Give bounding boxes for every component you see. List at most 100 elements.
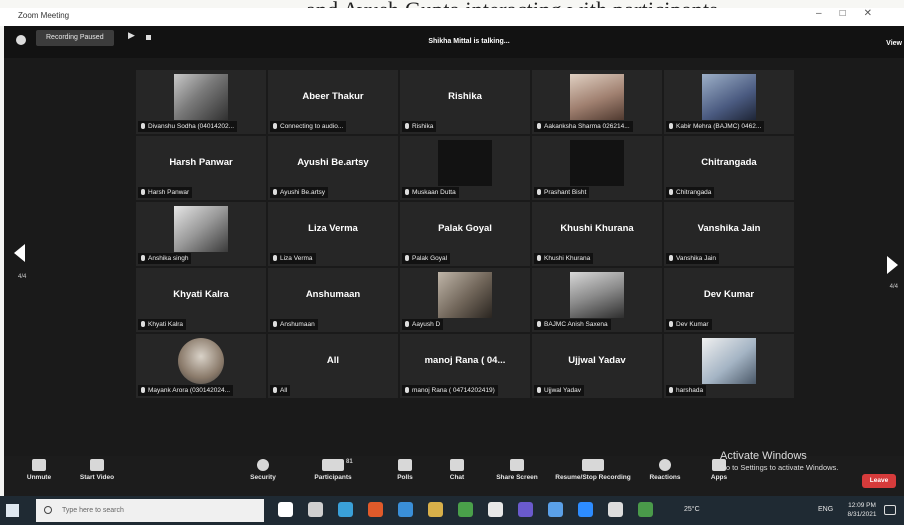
participant-tile[interactable]: Khushi Khurana Khushi Khurana <box>532 202 662 266</box>
maximize-button[interactable]: □ <box>840 8 864 19</box>
microphone-muted-icon <box>405 321 409 327</box>
video-off-icon <box>90 459 104 471</box>
page-indicator-left: 4/4 <box>18 274 27 280</box>
participant-tile[interactable]: Aakanksha Sharma 026214... <box>532 70 662 134</box>
participant-display-name: All <box>326 355 340 366</box>
microphone-muted-icon <box>537 255 541 261</box>
participant-tile[interactable]: Rishika Rishika <box>400 70 530 134</box>
microphone-muted-icon <box>537 123 541 129</box>
taskbar-app-icon[interactable] <box>458 502 473 517</box>
view-button[interactable]: View <box>886 40 902 47</box>
participant-label-text: Mayank Arora (030142024... <box>148 387 231 394</box>
security-button[interactable]: Security <box>232 459 294 481</box>
participant-tile[interactable]: Divanshu Sodha (04014202... <box>136 70 266 134</box>
participant-label-text: Prashant Bisht <box>544 189 587 196</box>
participant-name-label: Vanshika Jain <box>666 253 719 264</box>
minimize-button[interactable]: – <box>816 8 840 19</box>
participant-name-label: Kabir Mehra (BAJMC) 0462... <box>666 121 765 132</box>
participant-tile[interactable]: Chitrangada Chitrangada <box>664 136 794 200</box>
taskbar-app-icon[interactable] <box>308 502 323 517</box>
participant-tile[interactable]: All All <box>268 334 398 398</box>
chat-button[interactable]: Chat <box>426 459 488 481</box>
taskbar-app-icon[interactable] <box>488 502 503 517</box>
participant-name-label: Prashant Bisht <box>534 187 590 198</box>
participant-tile[interactable]: Mayank Arora (030142024... <box>136 334 266 398</box>
microphone-muted-icon <box>32 459 46 471</box>
participant-label-text: Khyati Kalra <box>148 321 184 328</box>
shield-icon <box>257 459 269 471</box>
participant-name-label: Aakanksha Sharma 026214... <box>534 121 633 132</box>
chat-icon <box>450 459 464 471</box>
microphone-muted-icon <box>141 387 145 393</box>
participant-tile[interactable]: Vanshika Jain Vanshika Jain <box>664 202 794 266</box>
notification-icon[interactable] <box>884 505 896 515</box>
participant-tile[interactable]: Aayush D <box>400 268 530 332</box>
microphone-muted-icon <box>669 321 673 327</box>
activate-windows-watermark: Activate Windows Go to Settings to activ… <box>720 450 839 472</box>
participant-tile[interactable]: Abeer Thakur Connecting to audio... <box>268 70 398 134</box>
participant-tile[interactable]: manoj Rana ( 04... manoj Rana ( 047142024… <box>400 334 530 398</box>
participant-tile[interactable]: Ayushi Be.artsy Ayushi Be.artsy <box>268 136 398 200</box>
close-button[interactable]: ✕ <box>864 8 890 19</box>
leave-button[interactable]: Leave <box>862 474 896 488</box>
participant-label-text: Ayushi Be.artsy <box>280 189 326 196</box>
participant-tile[interactable]: BAJMC Anish Saxena <box>532 268 662 332</box>
microphone-muted-icon <box>537 189 541 195</box>
window-controls[interactable]: –□✕ <box>816 8 890 19</box>
microphone-muted-icon <box>669 189 673 195</box>
taskbar-app-icon[interactable] <box>398 502 413 517</box>
windows-start-icon[interactable] <box>6 504 19 517</box>
participant-name-label: Liza Verma <box>270 253 316 264</box>
unmute-button[interactable]: Unmute <box>8 459 70 481</box>
participant-tile[interactable]: Liza Verma Liza Verma <box>268 202 398 266</box>
participant-tile[interactable]: Dev Kumar Dev Kumar <box>664 268 794 332</box>
participant-tile[interactable]: Kabir Mehra (BAJMC) 0462... <box>664 70 794 134</box>
participant-tile[interactable]: Prashant Bisht <box>532 136 662 200</box>
participant-tile[interactable]: Anshumaan Anshumaan <box>268 268 398 332</box>
taskbar-app-icon[interactable] <box>578 502 593 517</box>
taskbar-search[interactable]: Type here to search <box>36 499 264 522</box>
taskbar-app-icon[interactable] <box>638 502 653 517</box>
participant-video <box>702 74 756 120</box>
language-indicator[interactable]: ENG <box>818 506 833 513</box>
clock[interactable]: 12:09 PM 8/31/2021 <box>842 501 882 519</box>
page-indicator-right: 4/4 <box>889 284 898 290</box>
resume-stop-recording-button[interactable]: Resume/Stop Recording <box>550 459 636 481</box>
weather-text: 25°C <box>684 506 700 513</box>
taskbar-app-icon[interactable] <box>428 502 443 517</box>
participants-button[interactable]: 81 Participants <box>302 459 364 481</box>
participant-tile[interactable]: Muskaan Dutta <box>400 136 530 200</box>
prev-page-arrow-icon[interactable] <box>14 244 25 262</box>
participant-name-label: Anshumaan <box>270 319 318 330</box>
share-screen-button[interactable]: Share Screen <box>486 459 548 481</box>
next-page-arrow-icon[interactable] <box>887 256 898 274</box>
taskbar-app-icon[interactable] <box>518 502 533 517</box>
resume-recording-icon[interactable]: ▶ <box>128 30 135 41</box>
participant-tile[interactable]: Ujjwal Yadav Ujjwal Yadav <box>532 334 662 398</box>
participant-name-label: Rishika <box>402 121 437 132</box>
taskbar-app-icon[interactable] <box>548 502 563 517</box>
participant-tile[interactable]: Harsh Panwar Harsh Panwar <box>136 136 266 200</box>
participant-display-name: manoj Rana ( 04... <box>424 355 506 366</box>
microphone-muted-icon <box>405 189 409 195</box>
participant-tile[interactable]: Khyati Kalra Khyati Kalra <box>136 268 266 332</box>
stop-recording-icon[interactable] <box>146 35 151 40</box>
participant-tile[interactable]: harshada <box>664 334 794 398</box>
window-titlebar: Zoom Meeting –□✕ <box>0 8 904 26</box>
taskbar-app-icon[interactable] <box>338 502 353 517</box>
taskbar-app-icon[interactable] <box>608 502 623 517</box>
microphone-muted-icon <box>537 321 541 327</box>
participant-video <box>702 338 756 384</box>
participant-tile[interactable]: Anshika singh <box>136 202 266 266</box>
participant-label-text: Vanshika Jain <box>676 255 716 262</box>
taskbar-app-icon[interactable] <box>368 502 383 517</box>
reactions-button[interactable]: Reactions <box>634 459 696 481</box>
participant-tile[interactable]: Palak Goyal Palak Goyal <box>400 202 530 266</box>
participant-display-name: Ayushi Be.artsy <box>297 157 369 168</box>
participant-display-name: Palak Goyal <box>438 223 492 234</box>
taskbar-app-icon[interactable] <box>278 502 293 517</box>
participant-video <box>178 338 224 384</box>
participant-display-name: Liza Verma <box>308 223 358 234</box>
start-video-button[interactable]: Start Video <box>66 459 128 481</box>
participant-display-name: Khyati Kalra <box>173 289 229 300</box>
